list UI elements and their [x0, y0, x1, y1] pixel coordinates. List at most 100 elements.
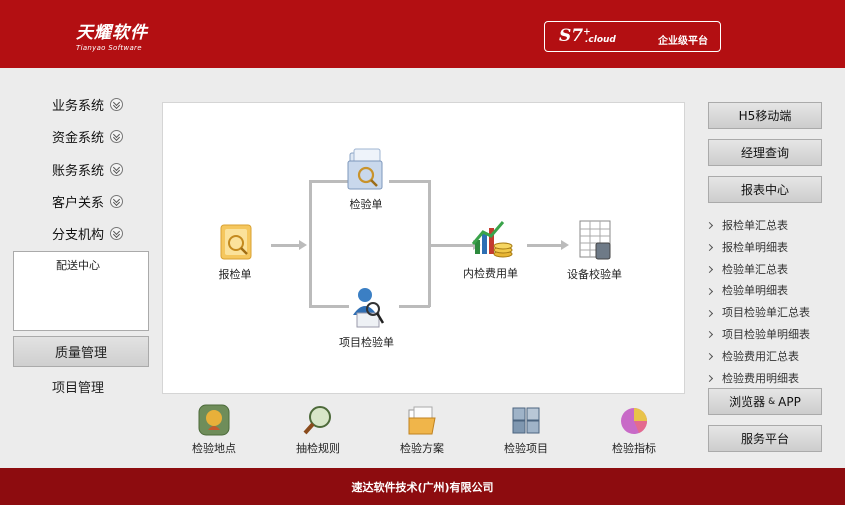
node-internal-fee[interactable]: 内检费用单	[463, 218, 518, 281]
app-label: APP	[778, 394, 801, 409]
node-label: 内检费用单	[463, 267, 518, 280]
logo-chinese: 天耀软件	[76, 23, 148, 43]
quick-sampling-rules[interactable]: 抽检规则	[283, 404, 353, 456]
folder-icon	[408, 406, 436, 435]
nav-label: 账务系统	[52, 164, 105, 179]
report-item[interactable]: 项目检验单汇总表	[705, 302, 810, 324]
report-item[interactable]: 项目检验单明细表	[705, 324, 810, 346]
flow-connector	[399, 305, 430, 308]
magnifier-icon	[303, 406, 331, 435]
flow-connector	[527, 244, 563, 247]
quick-label: 检验地点	[192, 442, 236, 455]
nav-accounts-system[interactable]: 账务系统	[52, 160, 124, 179]
report-label: 报检单明细表	[722, 240, 788, 254]
nav-label: 客户关系	[52, 196, 105, 211]
project-management-link[interactable]: 项目管理	[52, 377, 104, 396]
report-center-button[interactable]: 报表中心	[708, 176, 822, 203]
coins-chart-icon	[471, 221, 512, 258]
nav-business-system[interactable]: 业务系统	[52, 95, 124, 114]
header-bar: 天耀软件 Tianyao Software S7+ .cloud 企业级平台	[0, 0, 845, 68]
report-item[interactable]: 检验费用汇总表	[705, 346, 810, 368]
quality-management-button[interactable]: 质量管理	[13, 336, 149, 367]
spreadsheet-device-icon	[579, 220, 610, 260]
chevron-right-icon	[705, 265, 714, 274]
report-label: 检验费用明细表	[722, 371, 799, 385]
browser-app-button[interactable]: 浏览器 & APP	[708, 388, 822, 415]
quick-label: 检验项目	[504, 442, 548, 455]
footer-bar: 速达软件技术(广州)有限公司	[0, 468, 845, 505]
chevron-right-icon	[705, 331, 714, 339]
report-label: 项目检验单明细表	[722, 327, 810, 341]
pie-chart-icon	[621, 408, 647, 434]
right-sidebar: H5移动端 经理查询 报表中心 报检单汇总表 报检单明细表 检验单汇总表 检验单…	[697, 68, 845, 468]
report-list: 报检单汇总表 报检单明细表 检验单汇总表 检验单明细表 项目检验单汇总表 项目检…	[705, 215, 810, 390]
document-search-icon	[220, 224, 252, 260]
product-platform: 企业级平台	[658, 36, 708, 47]
folder-search-icon	[347, 148, 383, 190]
report-item[interactable]: 检验费用明细表	[705, 368, 810, 390]
service-platform-button[interactable]: 服务平台	[708, 425, 822, 452]
chevron-right-icon	[705, 353, 714, 361]
quick-inspection-items[interactable]: 检验项目	[491, 404, 561, 456]
product-badge: S7+ .cloud 企业级平台	[544, 21, 721, 52]
workflow-panel: 报检单 检验单 项目检验单 内检费用单 设备校验单	[162, 102, 685, 394]
report-item[interactable]: 检验单汇总表	[705, 259, 810, 281]
node-equipment-calibration[interactable]: 设备校验单	[567, 219, 622, 282]
chevron-down-icon	[110, 163, 124, 176]
browser-label: 浏览器	[729, 395, 766, 409]
flow-arrow	[299, 240, 307, 250]
logo-english: Tianyao Software	[76, 44, 142, 52]
chevron-right-icon	[705, 244, 714, 252]
nav-label: 分支机构	[52, 228, 105, 243]
node-project-inspection[interactable]: 项目检验单	[339, 283, 394, 350]
report-label: 检验单明细表	[722, 284, 788, 298]
report-item[interactable]: 报检单明细表	[705, 237, 810, 259]
nav-label: 资金系统	[52, 131, 105, 146]
quick-inspection-plan[interactable]: 检验方案	[387, 404, 457, 456]
report-label: 检验单汇总表	[722, 262, 788, 276]
flow-connector	[309, 180, 312, 307]
report-item[interactable]: 报检单汇总表	[705, 215, 810, 237]
nav-funds-system[interactable]: 资金系统	[52, 127, 124, 146]
left-sidebar: 业务系统 资金系统 账务系统 客户关系 分支机构 配送中心 质量管理 项目管理	[0, 68, 160, 468]
chevron-down-icon	[110, 227, 124, 240]
ampersand-label: &	[768, 396, 776, 407]
person-search-icon	[352, 288, 384, 328]
quick-label: 检验方案	[400, 442, 444, 455]
nav-label: 业务系统	[52, 99, 105, 114]
chevron-right-icon	[705, 374, 714, 383]
chevron-down-icon	[110, 98, 124, 111]
report-item[interactable]: 检验单明细表	[705, 280, 810, 302]
quick-label: 抽检规则	[296, 442, 340, 455]
chevron-right-icon	[705, 287, 714, 295]
nav-customer-relations[interactable]: 客户关系	[52, 192, 124, 211]
sub-item-distribution-center[interactable]: 配送中心	[56, 257, 100, 273]
quick-inspection-indicators[interactable]: 检验指标	[599, 404, 669, 456]
report-label: 报检单汇总表	[722, 219, 788, 232]
node-label: 设备校验单	[567, 268, 622, 281]
nav-branch-offices[interactable]: 分支机构	[52, 224, 124, 243]
chevron-right-icon	[705, 222, 714, 230]
chevron-right-icon	[705, 309, 714, 317]
manager-query-button[interactable]: 经理查询	[708, 139, 822, 166]
quick-access-bar: 检验地点 抽检规则 检验方案 检验项目 检验指标	[162, 396, 685, 466]
flow-connector	[271, 244, 302, 247]
node-inspection-request[interactable]: 报检单	[215, 221, 255, 282]
flow-connector	[389, 180, 430, 183]
chevron-down-icon	[110, 195, 124, 208]
node-label: 项目检验单	[339, 336, 394, 349]
company-logo: 天耀软件 Tianyao Software	[76, 18, 148, 52]
node-inspection-sheet[interactable]: 检验单	[346, 147, 386, 212]
cubes-icon	[512, 407, 540, 434]
branch-sub-panel: 配送中心	[13, 251, 149, 331]
report-label: 检验费用汇总表	[722, 349, 799, 363]
chevron-down-icon	[110, 130, 124, 143]
h5-mobile-button[interactable]: H5移动端	[708, 102, 822, 129]
footer-company: 速达软件技术(广州)有限公司	[351, 480, 494, 494]
quick-label: 检验指标	[612, 442, 656, 455]
quick-inspection-location[interactable]: 检验地点	[179, 404, 249, 456]
node-label: 检验单	[349, 198, 383, 211]
report-label: 项目检验单汇总表	[722, 306, 810, 320]
node-label: 报检单	[218, 268, 252, 281]
product-cloud: .cloud	[585, 35, 616, 45]
